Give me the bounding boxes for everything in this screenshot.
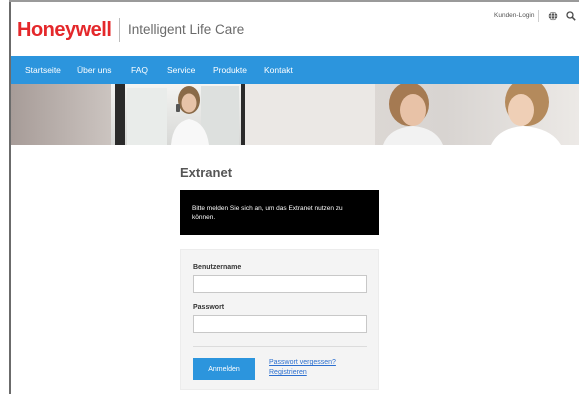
nav-item-produkte[interactable]: Produkte — [213, 65, 247, 75]
login-notice-banner: Bitte melden Sie sich an, um das Extrane… — [180, 190, 379, 235]
customer-login-link[interactable]: Kunden-Login — [494, 12, 534, 19]
globe-icon[interactable] — [548, 11, 558, 21]
logo-divider — [119, 18, 120, 42]
hero-banner-image — [11, 84, 579, 145]
nav-item-ueber-uns[interactable]: Über uns — [77, 65, 112, 75]
form-divider — [193, 346, 367, 347]
register-link[interactable]: Registrieren — [269, 369, 307, 376]
site-tagline: Intelligent Life Care — [128, 22, 245, 37]
username-label: Benutzername — [193, 264, 242, 271]
forgot-password-link[interactable]: Passwort vergessen? — [269, 359, 336, 366]
honeywell-logo[interactable]: Honeywell — [17, 19, 112, 42]
password-input[interactable] — [193, 315, 367, 333]
main-navigation: Startseite Über uns FAQ Service Produkte… — [11, 56, 579, 84]
page-title: Extranet — [180, 165, 233, 180]
nav-item-startseite[interactable]: Startseite — [25, 65, 61, 75]
nav-item-service[interactable]: Service — [167, 65, 195, 75]
nav-item-kontakt[interactable]: Kontakt — [264, 65, 293, 75]
password-label: Passwort — [193, 304, 225, 311]
search-icon[interactable] — [566, 11, 576, 21]
username-input[interactable] — [193, 275, 367, 293]
login-submit-button[interactable]: Anmelden — [193, 358, 255, 380]
nav-item-faq[interactable]: FAQ — [131, 65, 148, 75]
login-form: Benutzername Passwort Anmelden Passwort … — [180, 249, 379, 390]
login-notice-text: Bitte melden Sie sich an, um das Extrane… — [192, 205, 343, 221]
site-header: Honeywell Intelligent Life Care Kunden-L… — [11, 2, 579, 56]
banner-illustration — [11, 84, 579, 145]
header-separator — [538, 10, 539, 22]
